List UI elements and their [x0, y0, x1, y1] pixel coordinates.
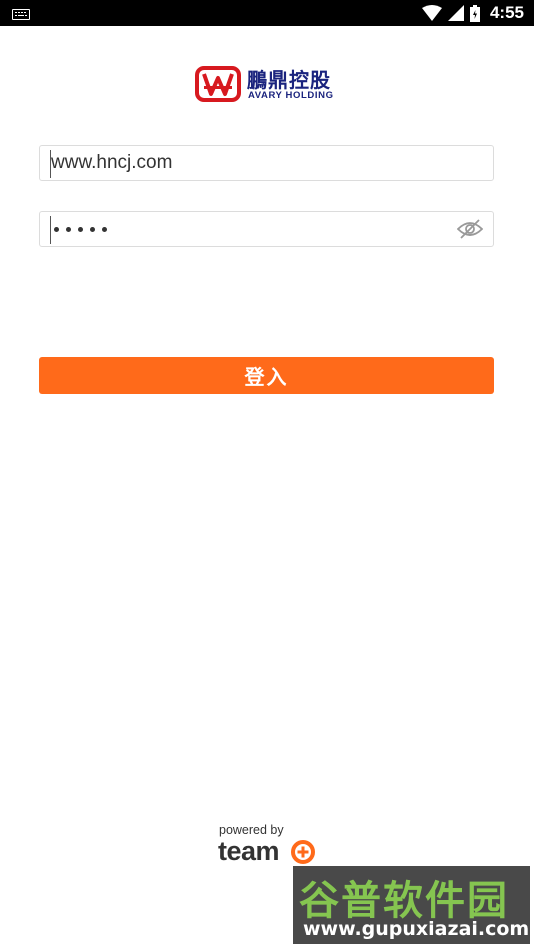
login-button[interactable]: 登入	[39, 357, 494, 394]
username-field[interactable]	[39, 145, 494, 181]
powered-by-label: powered by	[219, 823, 284, 837]
password-dot	[54, 226, 59, 232]
logo-english-name: AVARY HOLDING	[248, 90, 334, 101]
username-input[interactable]	[51, 146, 451, 180]
password-dot	[90, 226, 95, 232]
company-logo: 鵬鼎控股 AVARY HOLDING	[195, 66, 340, 103]
signal-icon	[447, 5, 464, 21]
plus-circle-icon	[291, 840, 315, 864]
battery-icon	[469, 4, 480, 22]
password-dot	[102, 226, 107, 232]
status-time: 4:55	[489, 3, 524, 22]
avary-logo-mark-icon	[195, 66, 241, 102]
teamo-brand: team	[218, 836, 280, 866]
logo-chinese-name: 鵬鼎控股	[247, 68, 331, 92]
site-watermark: 谷普软件园 www.gupuxiazai.com	[293, 866, 530, 944]
wifi-icon	[421, 5, 442, 21]
status-bar: 4:55	[0, 0, 534, 26]
password-field[interactable]	[39, 211, 494, 247]
password-input[interactable]	[54, 212, 107, 246]
password-dot	[66, 226, 71, 232]
watermark-url: www.gupuxiazai.com	[303, 918, 530, 940]
text-caret	[50, 216, 51, 244]
keyboard-icon	[12, 9, 30, 20]
password-dot	[78, 226, 83, 232]
eye-off-icon[interactable]	[457, 219, 483, 239]
